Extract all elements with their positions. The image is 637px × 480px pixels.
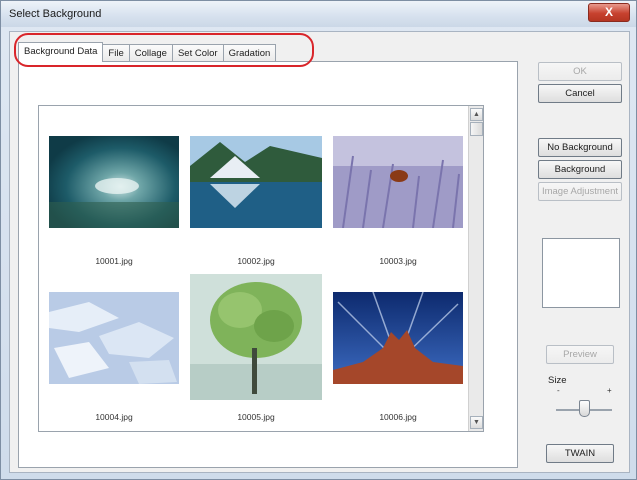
tab-file[interactable]: File [102, 44, 130, 62]
size-label: Size [548, 375, 567, 386]
close-icon: X [604, 5, 613, 19]
no-background-button[interactable]: No Background [538, 138, 622, 157]
chevron-down-icon: ▼ [473, 419, 480, 426]
thumbnail-caption: 10001.jpg [95, 256, 133, 266]
window-title: Select Background [9, 8, 102, 20]
tab-collage[interactable]: Collage [128, 44, 173, 62]
thumbnail-image-mountain-lake [190, 136, 322, 228]
thumbnail-caption: 10006.jpg [379, 412, 417, 422]
thumbnail-image-lavender-butterfly [333, 136, 463, 228]
tab-background-data[interactable]: Background Data [18, 42, 104, 62]
chevron-up-icon: ▲ [473, 111, 480, 118]
thumbnail-10005[interactable]: 10005.jpg [190, 274, 322, 422]
dialog-body: Background Data File Collage Set Color G… [9, 31, 630, 473]
background-options-button[interactable]: Background Options [538, 160, 622, 192]
thumbnail-10006[interactable]: 10006.jpg [333, 292, 463, 422]
thumbnail-image-underwater-reef [49, 136, 179, 228]
thumbnail-10002[interactable]: 10002.jpg [190, 136, 322, 266]
image-gallery[interactable]: 10001.jpg 10002.jpg 10003.jpg 10004.jpg … [38, 105, 484, 432]
twain-button[interactable]: TWAIN [546, 444, 614, 463]
tab-set-color[interactable]: Set Color [171, 44, 224, 62]
thumbnail-10001[interactable]: 10001.jpg [49, 136, 179, 266]
thumbnail-image-tree-fog [190, 274, 322, 400]
cancel-button[interactable]: Cancel [538, 84, 622, 103]
select-background-dialog: Select Background X Background Data File… [0, 0, 637, 480]
size-minus-label: - [557, 386, 560, 395]
thumbnail-10004[interactable]: 10004.jpg [49, 292, 179, 422]
thumbnail-image-desert-rock-sky [333, 292, 463, 384]
thumbnail-caption: 10004.jpg [95, 412, 133, 422]
preview-button[interactable]: Preview [546, 345, 614, 364]
tab-gradation[interactable]: Gradation [222, 44, 277, 62]
tab-strip: Background Data File Collage Set Color G… [18, 42, 277, 62]
scrollbar-thumb[interactable] [470, 122, 483, 136]
scroll-up-button[interactable]: ▲ [470, 108, 483, 121]
title-bar[interactable]: Select Background X [1, 1, 636, 27]
ok-button[interactable]: OK [538, 62, 622, 81]
size-slider-thumb[interactable] [579, 400, 590, 417]
gallery-scrollbar[interactable]: ▲ ▼ [468, 106, 483, 431]
thumbnail-image-ice-floes [49, 292, 179, 384]
image-adjustment-button[interactable]: Image Adjustment [538, 182, 622, 201]
size-plus-label: + [607, 386, 612, 395]
thumbnail-caption: 10002.jpg [237, 256, 275, 266]
scroll-down-button[interactable]: ▼ [470, 416, 483, 429]
thumbnail-caption: 10003.jpg [379, 256, 417, 266]
preview-box [542, 238, 620, 308]
thumbnail-caption: 10005.jpg [237, 412, 275, 422]
thumbnail-10003[interactable]: 10003.jpg [333, 136, 463, 266]
close-button[interactable]: X [588, 3, 630, 22]
